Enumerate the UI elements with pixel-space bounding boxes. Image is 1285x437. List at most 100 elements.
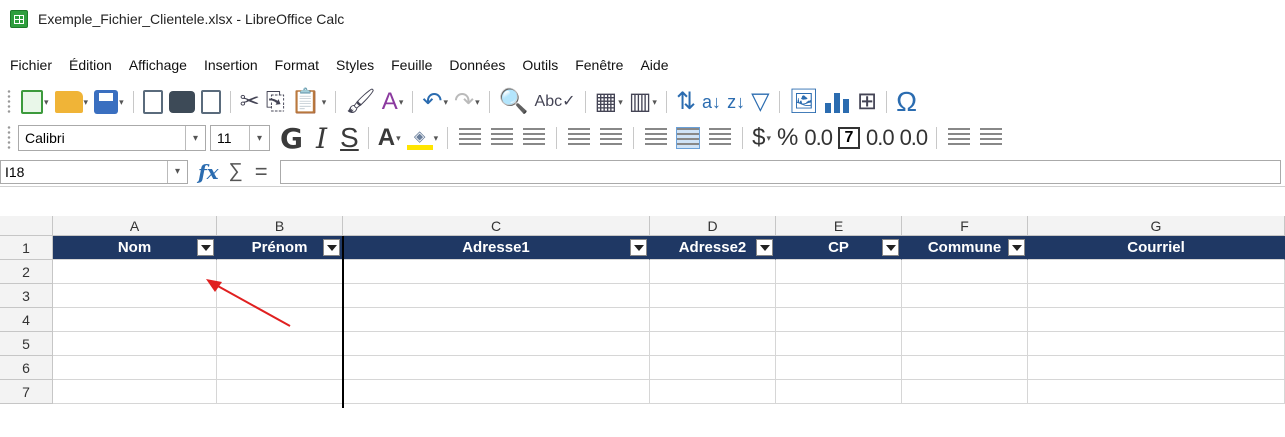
cut-button[interactable]: ✂ <box>240 86 260 118</box>
add-decimal-button[interactable]: 0.0 <box>866 122 895 154</box>
dropdown-arrow-icon[interactable]: ▾ <box>322 97 327 108</box>
row-header-5[interactable]: 5 <box>0 332 53 356</box>
autofilter-dropdown-icon[interactable] <box>197 239 214 256</box>
menu-insertion[interactable]: Insertion <box>204 57 258 73</box>
font-color-button[interactable]: A ▾ <box>378 122 401 154</box>
cell[interactable] <box>1028 356 1285 380</box>
align-bottom-icon[interactable] <box>709 128 732 148</box>
cell[interactable] <box>217 308 343 332</box>
percent-format-button[interactable]: % <box>777 122 798 154</box>
cell[interactable] <box>902 260 1028 284</box>
toolbar-grip-icon[interactable] <box>6 89 12 115</box>
dropdown-arrow-icon[interactable]: ▾ <box>399 97 404 108</box>
bold-button[interactable]: G <box>280 122 303 155</box>
dropdown-arrow-icon[interactable]: ▾ <box>475 97 480 108</box>
cell[interactable] <box>1028 332 1285 356</box>
header-cell-prenom[interactable]: Prénom <box>217 236 343 260</box>
autofilter-dropdown-icon[interactable] <box>323 239 340 256</box>
chevron-down-icon[interactable]: ▾ <box>249 126 269 150</box>
insert-chart-button[interactable] <box>825 86 851 118</box>
copy-button[interactable]: ⎘ <box>266 86 285 118</box>
row-button[interactable]: ▦ ▾ <box>595 86 623 118</box>
decrease-indent-icon[interactable] <box>980 128 1003 148</box>
cell[interactable] <box>1028 308 1285 332</box>
cell[interactable] <box>776 260 902 284</box>
cell[interactable] <box>1028 260 1285 284</box>
increase-indent-icon[interactable] <box>948 128 971 148</box>
dropdown-arrow-icon[interactable]: ▾ <box>618 97 623 108</box>
formula-input[interactable] <box>279 159 1281 184</box>
pivot-table-button[interactable]: ⊞ <box>857 86 877 118</box>
delete-decimal-button[interactable]: 0.0 <box>900 122 929 154</box>
row-header-4[interactable]: 4 <box>0 308 53 332</box>
merge-center-icon[interactable] <box>600 128 623 148</box>
toolbar-grip-icon[interactable] <box>6 125 12 151</box>
header-cell-nom[interactable]: Nom <box>53 236 217 260</box>
align-top-icon[interactable] <box>645 128 668 148</box>
menu-affichage[interactable]: Affichage <box>129 57 187 73</box>
cell[interactable] <box>217 356 343 380</box>
align-middle-icon[interactable] <box>676 127 701 149</box>
menu-fenetre[interactable]: Fenêtre <box>575 57 623 73</box>
export-pdf-button[interactable] <box>142 86 163 118</box>
column-header-b[interactable]: B <box>217 216 343 236</box>
undo-button[interactable]: ↶ ▾ <box>422 86 448 118</box>
formula-icon[interactable]: = <box>255 159 268 185</box>
underline-button[interactable]: S <box>340 122 359 154</box>
sort-button[interactable]: ⇅ <box>676 86 696 118</box>
align-left-icon[interactable] <box>459 128 482 148</box>
cell[interactable] <box>776 308 902 332</box>
font-name-combo[interactable]: Calibri ▾ <box>18 125 206 151</box>
cell[interactable] <box>343 332 650 356</box>
menu-feuille[interactable]: Feuille <box>391 57 432 73</box>
column-header-d[interactable]: D <box>650 216 776 236</box>
wrap-text-icon[interactable] <box>568 128 591 148</box>
cell[interactable] <box>902 380 1028 404</box>
header-cell-cp[interactable]: CP <box>776 236 902 260</box>
italic-button[interactable]: I <box>316 122 327 155</box>
cell[interactable] <box>1028 380 1285 404</box>
insert-image-button[interactable]: 🖼 <box>789 86 819 118</box>
date-format-button[interactable]: 7 <box>837 122 860 154</box>
cell[interactable] <box>650 284 776 308</box>
function-wizard-icon[interactable]: fx <box>198 160 219 184</box>
align-center-icon[interactable] <box>491 128 514 148</box>
chevron-down-icon[interactable]: ▾ <box>167 160 187 183</box>
header-cell-adresse2[interactable]: Adresse2 <box>650 236 776 260</box>
sort-ascending-button[interactable]: a↓ <box>702 86 721 118</box>
special-character-button[interactable]: Ω <box>896 86 917 118</box>
row-header-2[interactable]: 2 <box>0 260 53 284</box>
cell[interactable] <box>650 332 776 356</box>
cell[interactable] <box>53 356 217 380</box>
number-format-button[interactable]: 0.0 <box>804 122 833 154</box>
autofilter-button[interactable]: ▽ <box>751 86 769 118</box>
cell[interactable] <box>53 260 217 284</box>
align-right-icon[interactable] <box>523 128 546 148</box>
menu-styles[interactable]: Styles <box>336 57 374 73</box>
cell[interactable] <box>902 308 1028 332</box>
dropdown-arrow-icon[interactable]: ▾ <box>434 133 439 144</box>
cell[interactable] <box>217 260 343 284</box>
cell[interactable] <box>650 380 776 404</box>
header-cell-adresse1[interactable]: Adresse1 <box>343 236 650 260</box>
autofilter-dropdown-icon[interactable] <box>756 239 773 256</box>
sort-descending-button[interactable]: z↓ <box>727 86 745 118</box>
dropdown-arrow-icon[interactable]: ▾ <box>84 97 89 108</box>
menu-format[interactable]: Format <box>275 57 319 73</box>
dropdown-arrow-icon[interactable]: ▾ <box>44 97 49 108</box>
row-header-6[interactable]: 6 <box>0 356 53 380</box>
cell[interactable] <box>902 356 1028 380</box>
column-button[interactable]: ▥ ▾ <box>629 86 657 118</box>
dropdown-arrow-icon[interactable]: ▾ <box>443 97 448 108</box>
cell[interactable] <box>902 332 1028 356</box>
cell[interactable] <box>776 356 902 380</box>
autofilter-dropdown-icon[interactable] <box>630 239 647 256</box>
cell[interactable] <box>343 260 650 284</box>
cell[interactable] <box>776 284 902 308</box>
print-preview-button[interactable] <box>200 86 221 118</box>
find-replace-button[interactable]: 🔍 <box>499 86 529 118</box>
cell[interactable] <box>650 356 776 380</box>
cell[interactable] <box>343 356 650 380</box>
column-header-a[interactable]: A <box>53 216 217 236</box>
currency-format-button[interactable]: $ ▾ <box>752 122 771 154</box>
